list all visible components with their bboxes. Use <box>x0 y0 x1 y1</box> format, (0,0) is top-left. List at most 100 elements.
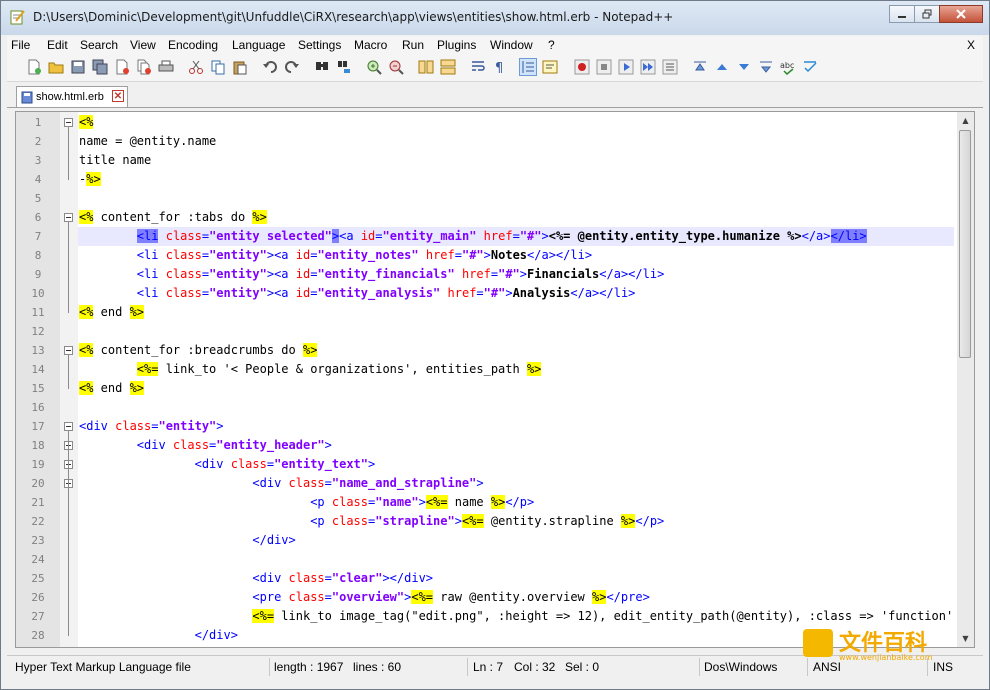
close-window-button[interactable] <box>939 5 983 23</box>
play-macro-button[interactable] <box>617 58 635 76</box>
scroll-up-icon[interactable]: ▲ <box>957 112 974 129</box>
code-token: <div <box>79 419 116 433</box>
close-button[interactable] <box>113 58 131 76</box>
print-button[interactable] <box>157 58 175 76</box>
menu-plugins[interactable]: Plugins <box>437 38 476 52</box>
code-line[interactable] <box>78 189 954 208</box>
undo-button[interactable] <box>261 58 279 76</box>
close-document-button[interactable]: X <box>967 38 975 52</box>
code-token: <%= <box>136 362 159 376</box>
scrollbar-thumb[interactable] <box>959 130 971 358</box>
code-line[interactable]: <div class="entity_text"> <box>78 455 954 474</box>
code-line[interactable]: <div class="name_and_strapline"> <box>78 474 954 493</box>
save-macro-button[interactable] <box>661 58 679 76</box>
find-button[interactable] <box>313 58 331 76</box>
code-line[interactable]: <% end %> <box>78 379 954 398</box>
code-token: %> <box>302 343 318 357</box>
spellcheck-button[interactable]: abc <box>779 58 797 76</box>
code-line[interactable]: <pre class="overview"><%= raw @entity.ov… <box>78 588 954 607</box>
code-line[interactable]: <% end %> <box>78 303 954 322</box>
menu-macro[interactable]: Macro <box>354 38 387 52</box>
fold-toggle-icon[interactable] <box>64 213 73 222</box>
title-bar[interactable]: D:\Users\Dominic\Development\git\Unfuddl… <box>1 1 989 35</box>
code-line[interactable]: <p class="strapline"><%= @entity.strapli… <box>78 512 954 531</box>
close-file-icon <box>116 59 129 75</box>
show-all-chars-button[interactable]: ¶ <box>491 58 509 76</box>
minimize-button[interactable] <box>889 5 915 23</box>
vertical-scrollbar[interactable]: ▲ ▼ <box>957 112 974 647</box>
code-line[interactable]: <div class="clear"></div> <box>78 569 954 588</box>
sync-horizontal-button[interactable] <box>439 58 457 76</box>
code-line[interactable]: </div> <box>78 531 954 550</box>
save-button[interactable] <box>69 58 87 76</box>
stop-macro-button[interactable] <box>595 58 613 76</box>
menu-file[interactable]: File <box>11 38 30 52</box>
code-line[interactable]: <%= link_to '< People & organizations', … <box>78 360 954 379</box>
code-editor[interactable]: 1 2 3 4 5 6 7 8 9 10 11 12 13 14 15 16 17 18 19 20 21 22 23 24 2… <box>15 111 975 648</box>
word-wrap-button[interactable] <box>469 58 487 76</box>
fold-toggle-icon[interactable] <box>64 346 73 355</box>
check-button[interactable] <box>801 58 819 76</box>
code-line[interactable] <box>78 398 954 417</box>
tab-show-html-erb[interactable]: show.html.erb ✕ <box>16 86 128 107</box>
menu-settings[interactable]: Settings <box>298 38 341 52</box>
paste-button[interactable] <box>231 58 249 76</box>
run-macro-multiple-button[interactable] <box>639 58 657 76</box>
tab-close-icon[interactable]: ✕ <box>112 90 124 102</box>
scroll-down-icon[interactable]: ▼ <box>957 630 974 647</box>
menu-run[interactable]: Run <box>402 38 424 52</box>
code-token: "entity_analysis" <box>317 286 441 300</box>
code-token: = <box>324 476 332 490</box>
code-line[interactable] <box>78 550 954 569</box>
trim-button[interactable] <box>691 58 709 76</box>
maximize-button[interactable] <box>914 5 940 23</box>
code-line[interactable]: <%= link_to image_tag("edit.png", :heigh… <box>78 607 974 626</box>
code-line[interactable]: <% <box>78 113 954 132</box>
line-number: 23 <box>31 534 45 547</box>
code-line[interactable]: <% content_for :tabs do %> <box>78 208 954 227</box>
menu-language[interactable]: Language <box>232 38 285 52</box>
user-lang-button[interactable] <box>541 58 559 76</box>
code-line[interactable]: <div class="entity"> <box>78 417 954 436</box>
code-line[interactable]: title name <box>78 151 954 170</box>
code-line[interactable]: <li class="entity"><a id="entity_notes" … <box>78 246 954 265</box>
record-macro-button[interactable] <box>573 58 591 76</box>
sync-vertical-button[interactable] <box>417 58 435 76</box>
cut-button[interactable] <box>187 58 205 76</box>
indent-guide-button[interactable] <box>519 58 537 76</box>
menu-view[interactable]: View <box>130 38 156 52</box>
new-file-button[interactable] <box>25 58 43 76</box>
save-all-button[interactable] <box>91 58 109 76</box>
redo-button[interactable] <box>283 58 301 76</box>
code-line[interactable]: <% content_for :breadcrumbs do %> <box>78 341 954 360</box>
code-line[interactable]: <li class="entity"><a id="entity_financi… <box>78 265 954 284</box>
code-line[interactable] <box>78 322 954 341</box>
code-token: name <box>447 495 491 509</box>
sort-button[interactable] <box>757 58 775 76</box>
zoom-out-button[interactable] <box>387 58 405 76</box>
replace-button[interactable] <box>335 58 353 76</box>
menu-window[interactable]: Window <box>490 38 533 52</box>
code-line[interactable]: <li class="entity"><a id="entity_analysi… <box>78 284 954 303</box>
move-up-button[interactable] <box>713 58 731 76</box>
open-file-button[interactable] <box>47 58 65 76</box>
copy-button[interactable] <box>209 58 227 76</box>
menu-edit[interactable]: Edit <box>47 38 68 52</box>
code-token: id <box>360 229 376 243</box>
code-line[interactable]: <li class="entity selected"><a id="entit… <box>78 227 954 246</box>
code-line[interactable]: <div class="entity_header"> <box>78 436 954 455</box>
code-line[interactable]: -%> <box>78 170 954 189</box>
move-down-button[interactable] <box>735 58 753 76</box>
code-area[interactable]: <% name = @entity.name title name -%> <% con… <box>78 112 974 647</box>
menu-encoding[interactable]: Encoding <box>168 38 218 52</box>
close-all-button[interactable] <box>135 58 153 76</box>
code-line[interactable]: name = @entity.name <box>78 132 954 151</box>
menu-help[interactable]: ? <box>548 38 555 52</box>
fold-toggle-icon[interactable] <box>64 422 73 431</box>
code-line[interactable]: <p class="name"><%= name %></p> <box>78 493 954 512</box>
menu-search[interactable]: Search <box>80 38 118 52</box>
zoom-in-button[interactable] <box>365 58 383 76</box>
fold-toggle-icon[interactable] <box>64 118 73 127</box>
